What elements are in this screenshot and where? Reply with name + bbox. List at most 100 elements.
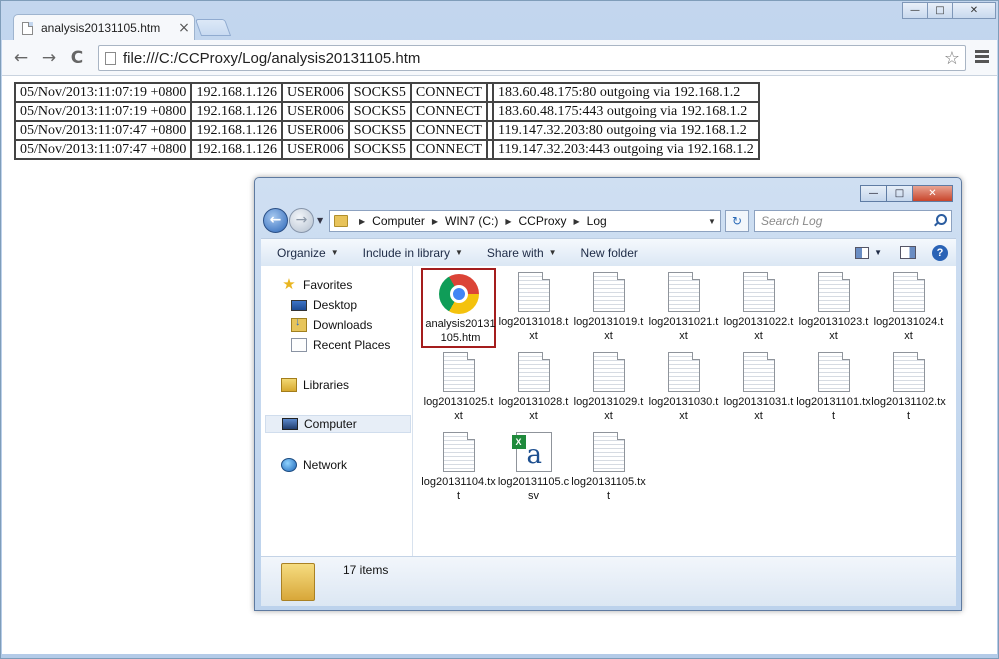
details-pane: 17 items (261, 556, 956, 606)
refresh-button[interactable]: ↻ (725, 210, 749, 232)
chevron-right-icon[interactable]: ▶ (359, 217, 365, 226)
chevron-right-icon[interactable]: ▶ (505, 217, 511, 226)
file-item[interactable]: log20131028.txt (496, 348, 571, 428)
file-item[interactable]: log20131031.txt (721, 348, 796, 428)
file-name: log20131024.txt (873, 316, 944, 342)
explorer-back-button[interactable]: ← (263, 208, 288, 233)
file-name: log20131028.txt (498, 396, 569, 422)
nav-computer[interactable]: Computer (265, 415, 411, 433)
tab-close-icon[interactable]: × (174, 20, 194, 36)
share-with-label: Share with (486, 245, 544, 260)
tab-analysis[interactable]: analysis20131105.htm × (13, 14, 195, 41)
table-cell: SOCKS5 (347, 101, 412, 122)
file-item[interactable]: log20131018.txt (496, 268, 571, 348)
history-dropdown-icon[interactable]: ▼ (317, 216, 323, 225)
file-item[interactable]: log20131102.txt (871, 348, 946, 428)
explorer-close-button[interactable]: ✕ (912, 185, 953, 202)
nav-network[interactable]: Network (281, 456, 347, 474)
explorer-window-controls: — □ ✕ (860, 185, 953, 202)
breadcrumb-drive[interactable]: WIN7 (C:) (445, 214, 498, 228)
chevron-down-icon: ▼ (455, 248, 463, 257)
nav-favorites-label: Favorites (303, 278, 353, 292)
file-name: log20131022.txt (723, 316, 794, 342)
address-bar[interactable]: file:///C:/CCProxy/Log/analysis20131105.… (98, 45, 966, 71)
new-folder-button[interactable]: New folder (569, 246, 650, 260)
views-icon[interactable] (855, 246, 870, 259)
file-item[interactable]: analysis20131105.htm (421, 268, 496, 348)
chevron-right-icon[interactable]: ▶ (432, 217, 438, 226)
maximize-button[interactable]: □ (927, 2, 953, 19)
file-name: log20131102.txt (871, 396, 946, 422)
file-item[interactable]: log20131024.txt (871, 268, 946, 348)
breadcrumb-log[interactable]: Log (587, 214, 607, 228)
preview-pane-icon[interactable] (900, 246, 916, 259)
table-cell: USER006 (280, 120, 350, 141)
include-in-library-label: Include in library (362, 245, 450, 260)
breadcrumb-computer[interactable]: Computer (372, 214, 425, 228)
text-file-icon (892, 272, 925, 312)
nav-libraries[interactable]: Libraries (281, 376, 349, 394)
bookmark-star-icon[interactable]: ☆ (939, 48, 965, 69)
page-icon (22, 21, 33, 35)
explorer-body: ★ Favorites Desktop Downloads Recent Pla… (261, 266, 956, 556)
breadcrumb-ccproxy[interactable]: CCProxy (518, 214, 566, 228)
nav-desktop[interactable]: Desktop (291, 296, 357, 314)
chevron-right-icon[interactable]: ▶ (574, 217, 580, 226)
menu-icon[interactable] (975, 50, 989, 65)
navigation-pane: ★ Favorites Desktop Downloads Recent Pla… (261, 266, 413, 556)
nav-recent-places-label: Recent Places (313, 338, 391, 352)
file-item[interactable]: log20131025.txt (421, 348, 496, 428)
log-table: 05/Nov/2013:11:07:19 +0800 192.168.1.126 U… (13, 82, 760, 160)
file-item[interactable]: log20131019.txt (571, 268, 646, 348)
nav-favorites[interactable]: ★ Favorites (281, 276, 352, 294)
minimize-button[interactable]: — (902, 2, 928, 19)
browser-toolbar: ← → C file:///C:/CCProxy/Log/analysis201… (2, 40, 997, 76)
new-tab-button[interactable] (194, 19, 232, 36)
csv-file-icon: Xa (511, 432, 552, 472)
chevron-down-icon[interactable]: ▼ (874, 248, 882, 257)
chevron-down-icon[interactable]: ▼ (704, 217, 720, 226)
network-icon (281, 458, 297, 472)
table-cell: SOCKS5 (347, 120, 412, 141)
search-icon[interactable] (936, 214, 947, 225)
explorer-address-bar[interactable]: ▶ Computer ▶ WIN7 (C:) ▶ CCProxy ▶ Log ▼ (329, 210, 721, 232)
share-with-button[interactable]: Share with ▼ (475, 246, 569, 260)
explorer-minimize-button[interactable]: — (860, 185, 887, 202)
table-cell: 119.147.32.203:80 outgoing via 192.168.1… (492, 120, 760, 141)
nav-desktop-label: Desktop (313, 298, 358, 312)
nav-recent-places[interactable]: Recent Places (291, 336, 390, 354)
search-input[interactable]: Search Log (754, 210, 952, 232)
nav-network-label: Network (303, 458, 348, 472)
file-item[interactable]: log20131105.txt (571, 428, 646, 508)
back-button[interactable]: ← (10, 47, 32, 69)
explorer-maximize-button[interactable]: □ (886, 185, 913, 202)
file-item[interactable]: log20131022.txt (721, 268, 796, 348)
text-file-icon (817, 272, 850, 312)
table-cell: 05/Nov/2013:11:07:47 +0800 (13, 120, 193, 141)
organize-button[interactable]: Organize ▼ (261, 246, 351, 260)
file-name: log20131029.txt (573, 396, 644, 422)
forward-button[interactable]: → (38, 47, 60, 69)
file-name: log20131019.txt (573, 316, 644, 342)
help-icon[interactable]: ? (932, 244, 948, 261)
text-file-icon (742, 352, 775, 392)
file-item[interactable]: log20131021.txt (646, 268, 721, 348)
file-item[interactable]: log20131029.txt (571, 348, 646, 428)
table-cell: 05/Nov/2013:11:07:19 +0800 (13, 82, 193, 103)
reload-button[interactable]: C (66, 47, 88, 69)
include-in-library-button[interactable]: Include in library ▼ (351, 246, 475, 260)
file-item[interactable]: log20131104.txt (421, 428, 496, 508)
table-cell: 119.147.32.203:443 outgoing via 192.168.… (492, 139, 760, 160)
file-item[interactable]: log20131023.txt (796, 268, 871, 348)
table-cell: 192.168.1.126 (190, 120, 283, 141)
file-item[interactable]: Xa log20131105.csv (496, 428, 571, 508)
file-name: log20131105.csv (497, 476, 570, 502)
url-text[interactable]: file:///C:/CCProxy/Log/analysis20131105.… (123, 50, 939, 67)
recent-places-icon (291, 338, 307, 352)
close-button[interactable]: ✕ (952, 2, 996, 19)
text-file-icon (667, 272, 700, 312)
file-item[interactable]: log20131101.txt (796, 348, 871, 428)
file-item[interactable]: log20131030.txt (646, 348, 721, 428)
nav-downloads[interactable]: Downloads (291, 316, 372, 334)
explorer-forward-button[interactable]: → (289, 208, 314, 233)
